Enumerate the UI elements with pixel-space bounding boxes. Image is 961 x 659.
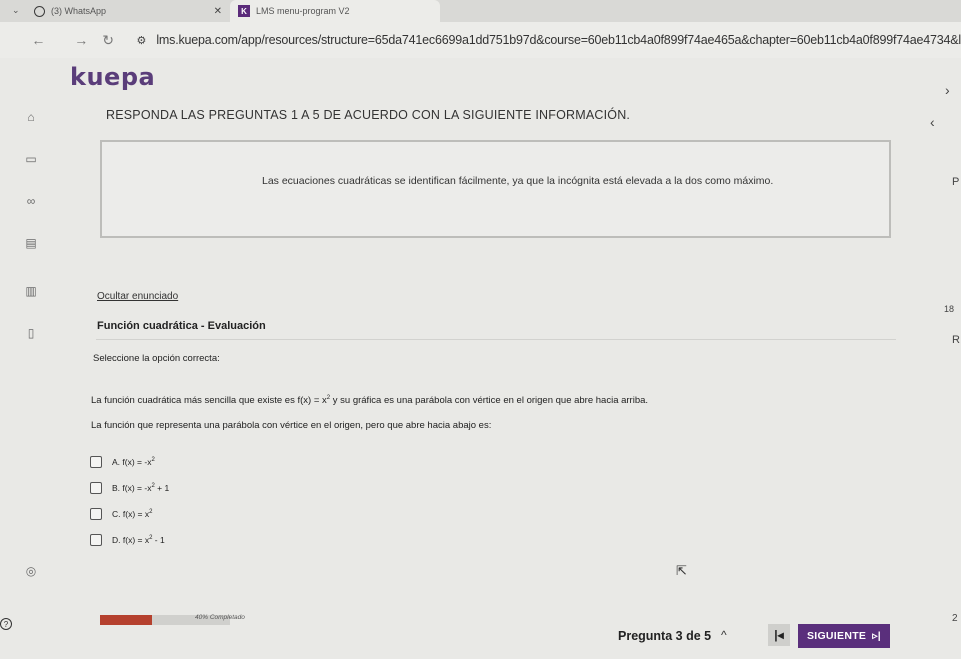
question-counter: Pregunta 3 de 5 (618, 629, 712, 643)
search-icon[interactable]: ◎ (24, 564, 38, 578)
progress-label: 40% Completado (195, 614, 245, 621)
question-line-2: La función que representa una parábola c… (91, 420, 492, 431)
progress-fill (100, 615, 152, 625)
bookmark-icon[interactable]: ▯ (24, 326, 38, 340)
info-text: Las ecuaciones cuadráticas se identifica… (262, 175, 774, 187)
url-field[interactable]: ⚙ lms.kuepa.com/app/resources/structure=… (136, 33, 961, 47)
section-title: Función cuadrática - Evaluación (97, 320, 266, 332)
tab-list-chevron-icon[interactable]: ⌄ (12, 5, 20, 16)
browser-address-bar: ← → ↻ ⚙ lms.kuepa.com/app/resources/stru… (0, 22, 961, 58)
option-checkbox[interactable] (90, 534, 102, 546)
right-panel-text: 18 (944, 304, 955, 314)
mouse-cursor-icon: ⇱ (676, 563, 687, 578)
question-line-1: La función cuadrática más sencilla que e… (91, 395, 648, 406)
option-checkbox[interactable] (90, 508, 102, 520)
browser-tab-bar: ⌄ (3) WhatsApp ✕ K LMS menu-program V2 (0, 0, 961, 22)
forward-icon[interactable]: → (71, 32, 92, 48)
hide-statement-link[interactable]: Ocultar enunciado (97, 291, 178, 302)
info-box: Las ecuaciones cuadráticas se identifica… (100, 140, 891, 238)
option-c[interactable]: C. f(x) = x2 (90, 508, 152, 520)
url-text: lms.kuepa.com/app/resources/structure=65… (156, 33, 961, 47)
right-panel-text: 2 (952, 613, 958, 624)
close-tab-icon[interactable]: ✕ (214, 6, 222, 17)
board-icon[interactable]: ▤ (24, 236, 38, 250)
site-info-icon[interactable]: ⚙ (136, 34, 146, 47)
option-b[interactable]: B. f(x) = -x2 + 1 (90, 482, 169, 494)
tab-whatsapp[interactable]: (3) WhatsApp ✕ (0, 0, 230, 22)
expand-panel-icon[interactable]: › (945, 82, 950, 98)
tab-kuepa[interactable]: K LMS menu-program V2 (230, 0, 440, 22)
question-text: y su gráfica es una parábola con vértice… (332, 395, 649, 407)
app-content: kuepa ⌂ ▭ ∞ ▤ ▥ ▯ ◎ RESPONDA LAS PREGUNT… (0, 58, 961, 659)
next-label: SIGUIENTE (806, 630, 867, 642)
option-checkbox[interactable] (90, 456, 102, 468)
stats-icon[interactable]: ▥ (24, 284, 38, 298)
formula: f(x) = x (297, 395, 327, 407)
skip-back-icon: |◂ (774, 628, 784, 642)
right-panel-text: P (952, 176, 960, 188)
chevron-up-icon[interactable]: ^ (721, 628, 727, 642)
instructions-text: RESPONDA LAS PREGUNTAS 1 A 5 DE ACUERDO … (106, 108, 631, 122)
collapse-panel-icon[interactable]: ‹ (930, 114, 935, 130)
logo: kuepa (70, 63, 156, 91)
right-panel-text: R (952, 334, 960, 346)
option-text: C. f(x) = x2 (112, 509, 153, 519)
help-icon[interactable]: ? (0, 618, 12, 630)
option-a[interactable]: A. f(x) = -x2 (90, 456, 155, 468)
first-question-button[interactable]: |◂ (768, 624, 790, 646)
skip-forward-icon: ▹| (872, 630, 882, 642)
home-icon[interactable]: ⌂ (24, 110, 38, 124)
option-text: B. f(x) = -x2 + 1 (112, 483, 170, 493)
option-text: A. f(x) = -x2 (112, 457, 155, 467)
infinity-icon[interactable]: ∞ (24, 194, 38, 208)
option-checkbox[interactable] (90, 482, 102, 494)
calendar-icon[interactable]: ▭ (24, 152, 38, 166)
divider (96, 339, 896, 340)
tab-label: (3) WhatsApp (51, 6, 107, 16)
next-button[interactable]: SIGUIENTE ▹| (798, 624, 890, 648)
back-icon[interactable]: ← (28, 32, 49, 48)
question-prompt: Seleccione la opción correcta: (93, 353, 220, 364)
exponent: 2 (326, 395, 331, 401)
reload-icon[interactable]: ↻ (98, 32, 119, 49)
kuepa-icon: K (238, 5, 250, 17)
option-d[interactable]: D. f(x) = x2 - 1 (90, 534, 165, 546)
option-text: D. f(x) = x2 - 1 (112, 535, 165, 545)
whatsapp-icon (34, 5, 45, 17)
question-text: La función cuadrática más sencilla que e… (91, 395, 295, 407)
tab-label: LMS menu-program V2 (256, 6, 350, 16)
